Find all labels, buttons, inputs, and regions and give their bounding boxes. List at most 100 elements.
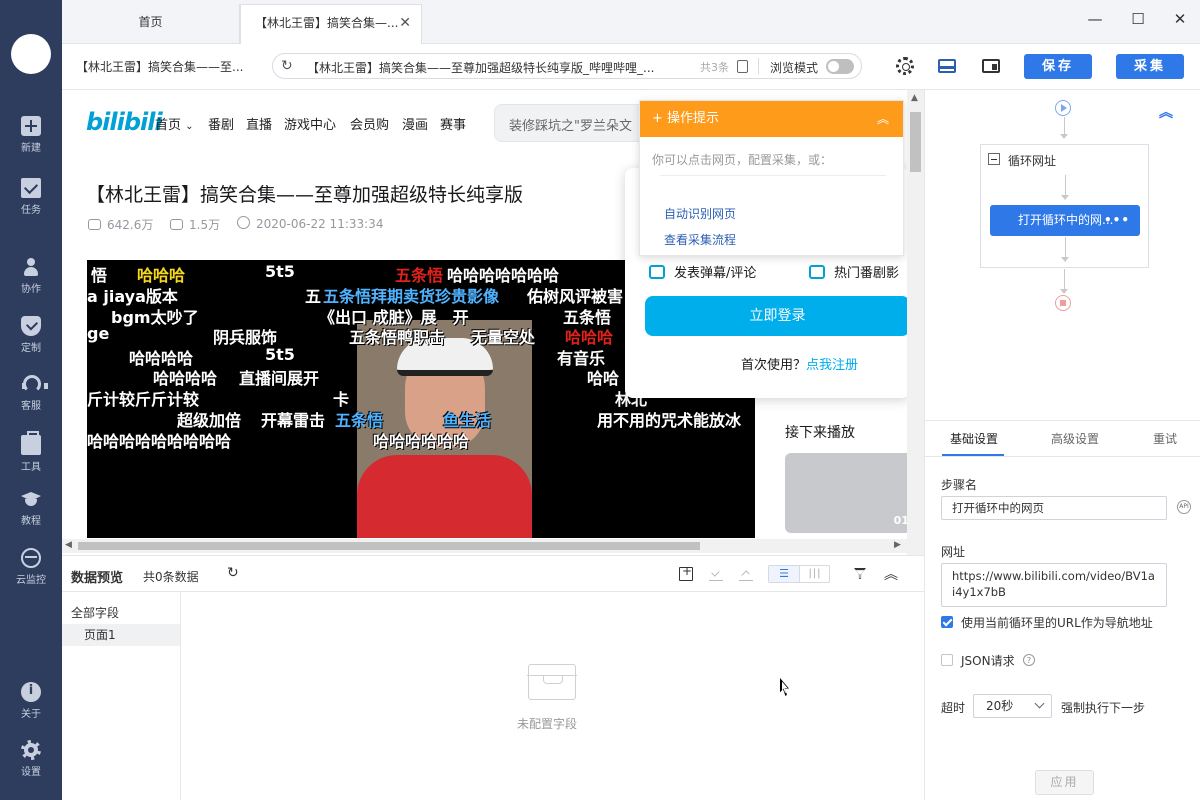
bilibili-logo[interactable]: bilibili (86, 108, 163, 136)
register-link[interactable]: 点我注册 (806, 358, 858, 373)
chevron-down-icon: ⌄ (185, 121, 194, 132)
collapse-up-icon[interactable]: ︽ (877, 101, 889, 137)
close-icon[interactable]: ✕ (399, 5, 411, 41)
collapse-minus-icon[interactable] (988, 153, 1000, 165)
refresh-icon[interactable]: ↻ (281, 58, 293, 74)
tab-basic-settings[interactable]: 基础设置 (950, 430, 998, 447)
collapse-up-icon[interactable]: ︽ (1159, 102, 1173, 122)
gear-icon[interactable] (896, 57, 914, 75)
flow-arrow (1060, 134, 1068, 139)
tab-home[interactable]: 首页 (62, 4, 240, 44)
up-next-thumbnail[interactable]: 01:0 (785, 453, 924, 533)
collect-button[interactable]: 采集 (1116, 54, 1184, 79)
flow-arrow (1060, 289, 1068, 294)
layout-icon[interactable] (938, 59, 956, 73)
sidebar-item-support[interactable]: 客服 (0, 374, 62, 424)
nav-esports[interactable]: 赛事 (440, 114, 466, 133)
refresh-icon[interactable]: ↻ (227, 565, 239, 581)
nav-manga[interactable]: 漫画 (402, 114, 428, 133)
nav-label: 首页 (155, 118, 182, 133)
scrollbar-thumb[interactable] (910, 112, 921, 172)
sidebar-item-tools[interactable]: 工具 (0, 431, 62, 481)
page-item[interactable]: 页面1 (62, 624, 180, 646)
timeout-select[interactable]: 20秒 (973, 694, 1052, 718)
url-textarea[interactable]: https://www.bilibili.com/video/BV1ai4y1x… (941, 563, 1167, 607)
filter-icon[interactable] (854, 568, 866, 579)
tab-label: 【林北王雷】搞笑合集—... (255, 16, 399, 30)
column-view-icon[interactable]: ||| (800, 566, 830, 582)
active-tab-indicator (942, 454, 1004, 456)
danmaku-comment: 哈哈哈哈哈哈 (373, 432, 470, 451)
sidebar-item-custom[interactable]: 定制 (0, 316, 62, 366)
nav-anime[interactable]: 番剧 (208, 114, 234, 133)
upload-icon[interactable] (739, 567, 753, 581)
force-next-label: 强制执行下一步 (1061, 701, 1146, 715)
url-input[interactable]: 【林北王雷】搞笑合集——至尊加强超级特长纯享版_哔哩哔哩_... (307, 59, 692, 76)
sidebar-item-monitor[interactable]: 云监控 (0, 548, 62, 598)
api-icon[interactable]: API (1177, 500, 1191, 514)
sidebar-item-tasks[interactable]: 任务 (0, 178, 62, 228)
tab-advanced-settings[interactable]: 高级设置 (1051, 430, 1099, 447)
scroll-up-icon[interactable]: ▲ (911, 93, 918, 103)
loop-url-block[interactable]: 循环网址 打开循环中的网... ••• (980, 144, 1149, 268)
timeout-label: 超时 (941, 701, 966, 715)
url-bar[interactable]: ↻ 【林北王雷】搞笑合集——至尊加强超级特长纯享版_哔哩哔哩_... 共3条 浏… (272, 53, 862, 79)
flow-end-icon[interactable] (1055, 295, 1071, 311)
sidebar-item-label: 云监控 (16, 575, 46, 586)
apply-button[interactable]: 应用 (1035, 770, 1094, 795)
save-button[interactable]: 保存 (1024, 54, 1092, 79)
json-request-checkbox[interactable] (941, 654, 953, 666)
login-button[interactable]: 立即登录 (645, 296, 910, 336)
open-loop-page-step[interactable]: 打开循环中的网... ••• (990, 205, 1140, 236)
maximize-button[interactable]: ☐ (1126, 8, 1150, 32)
view-count-value: 642.6万 (107, 218, 154, 232)
add-field-icon[interactable] (679, 564, 693, 581)
danmaku-comment: 5t5 (265, 345, 295, 364)
flow-start-icon[interactable] (1055, 100, 1071, 116)
help-icon[interactable]: ? (1023, 654, 1035, 666)
sidebar-item-tutorial[interactable]: 教程 (0, 489, 62, 539)
window-close-button[interactable]: ✕ (1168, 8, 1192, 32)
more-icon[interactable]: ••• (1104, 205, 1130, 236)
flow-arrow (1061, 257, 1069, 262)
tab-retry[interactable]: 重试 (1153, 430, 1177, 447)
sidebar-item-collab[interactable]: 协作 (0, 257, 62, 307)
horizontal-scrollbar[interactable]: ◀ ▶ (62, 539, 907, 553)
nav-home[interactable]: 首页 ⌄ (155, 114, 194, 133)
feature-anime: 热门番剧影 (809, 262, 899, 281)
vertical-scrollbar[interactable]: ▲ (907, 90, 924, 555)
avatar[interactable] (11, 34, 51, 74)
nav-live[interactable]: 直播 (246, 114, 272, 133)
view-switch: ☰ ||| (768, 565, 830, 583)
use-loop-url-checkbox[interactable] (941, 616, 953, 628)
auto-detect-link[interactable]: 自动识别网页 (664, 205, 736, 222)
scrollbar-thumb[interactable] (78, 542, 700, 550)
gear-icon (21, 740, 41, 760)
collapse-up-icon[interactable]: ︽ (884, 564, 898, 584)
settings-tabs: 基础设置 高级设置 重试 (925, 421, 1200, 457)
browser-view[interactable]: bilibili 首页 ⌄ 番剧 直播 游戏中心 会员购 漫画 赛事 装修踩坑之… (62, 90, 924, 555)
nav-game-center[interactable]: 游戏中心 (284, 114, 336, 133)
data-preview-header: 数据预览 共0条数据 ↻ ☰ ||| ︽ (62, 556, 924, 592)
minimize-button[interactable]: — (1083, 8, 1107, 32)
window-icon[interactable] (982, 59, 1000, 73)
list-view-icon[interactable]: ☰ (769, 566, 800, 582)
mouse-cursor-icon (780, 678, 789, 696)
document-icon[interactable] (737, 60, 748, 73)
sidebar-item-label: 客服 (21, 401, 41, 412)
download-icon[interactable] (709, 567, 723, 581)
data-preview-panel: 数据预览 共0条数据 ↻ ☰ ||| ︽ 全部字段 页面1 未配置字段 (62, 555, 924, 800)
tab-active-page[interactable]: 【林北王雷】搞笑合集—... ✕ (240, 4, 422, 44)
sidebar-item-new[interactable]: 新建 (0, 116, 62, 166)
view-flow-link[interactable]: 查看采集流程 (664, 231, 736, 248)
sidebar-item-about[interactable]: 关于 (0, 682, 62, 732)
scroll-left-icon[interactable]: ◀ (65, 540, 72, 550)
browse-mode-toggle[interactable] (826, 59, 854, 74)
scroll-right-icon[interactable]: ▶ (894, 540, 901, 550)
nav-member-shop[interactable]: 会员购 (350, 114, 389, 133)
url-label: 网址 (941, 545, 966, 559)
sidebar-item-settings[interactable]: 设置 (0, 740, 62, 790)
clock-icon (237, 216, 250, 229)
all-fields-item[interactable]: 全部字段 (71, 604, 119, 621)
step-name-input[interactable]: 打开循环中的网页 (941, 496, 1167, 520)
